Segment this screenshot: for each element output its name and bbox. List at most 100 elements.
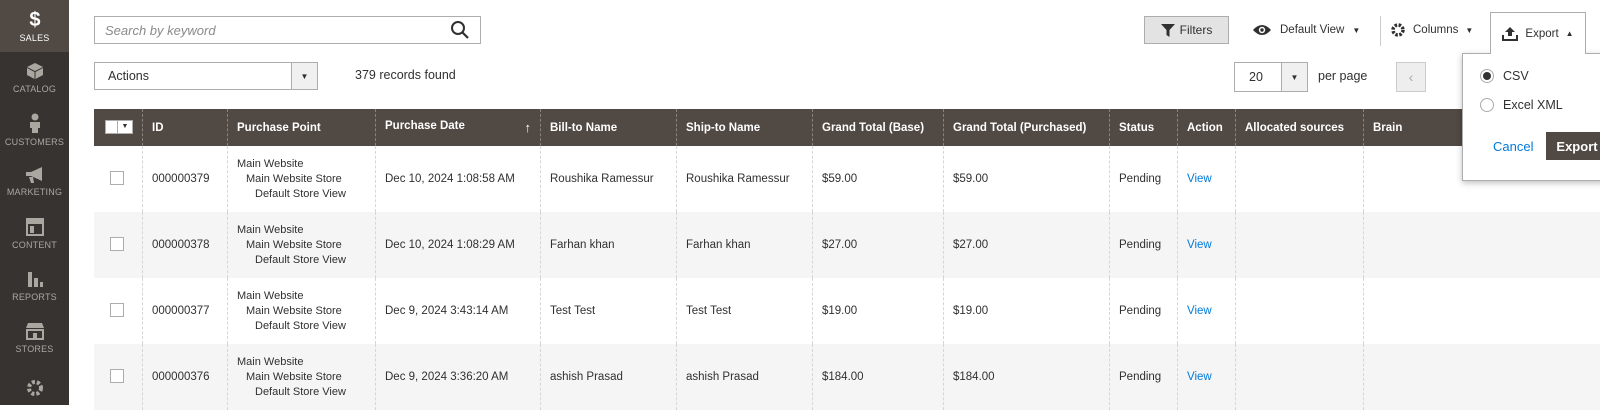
sidebar-item-catalog[interactable]: CATALOG bbox=[0, 52, 69, 104]
brain-cell bbox=[1364, 344, 1600, 410]
cancel-button[interactable]: Cancel bbox=[1493, 139, 1533, 154]
bar-chart-icon bbox=[26, 270, 44, 288]
purchase-date: Dec 9, 2024 3:36:20 AM bbox=[376, 344, 541, 410]
mass-select-header[interactable]: ▼ bbox=[94, 109, 143, 146]
column-header[interactable]: Allocated sources bbox=[1236, 109, 1364, 146]
status: Pending bbox=[1110, 146, 1178, 212]
purchase-date: Dec 10, 2024 1:08:58 AM bbox=[376, 146, 541, 212]
sidebar-item-customers[interactable]: CUSTOMERS bbox=[0, 104, 69, 156]
purchase-point: Main WebsiteMain Website StoreDefault St… bbox=[228, 278, 376, 344]
purchase-date: Dec 10, 2024 1:08:29 AM bbox=[376, 212, 541, 278]
grand-total-base: $19.00 bbox=[813, 278, 944, 344]
column-header[interactable]: Grand Total (Purchased) bbox=[944, 109, 1110, 146]
admin-sidebar: $ SALES CATALOG CUSTOMERS MARKETING CONT… bbox=[0, 0, 69, 405]
export-option-csv[interactable]: CSV bbox=[1480, 69, 1529, 83]
table-row[interactable]: 000000377 Main WebsiteMain Website Store… bbox=[94, 278, 1600, 344]
sidebar-item-label: CUSTOMERS bbox=[5, 137, 64, 147]
grand-total-purchased: $59.00 bbox=[944, 146, 1110, 212]
row-checkbox[interactable] bbox=[110, 171, 124, 185]
table-row[interactable]: 000000378 Main WebsiteMain Website Store… bbox=[94, 212, 1600, 278]
grand-total-base: $27.00 bbox=[813, 212, 944, 278]
sidebar-item-content[interactable]: CONTENT bbox=[0, 208, 69, 260]
purchase-point: Main WebsiteMain Website StoreDefault St… bbox=[228, 212, 376, 278]
column-header[interactable]: Grand Total (Base) bbox=[813, 109, 944, 146]
column-header[interactable]: ID bbox=[143, 109, 228, 146]
row-checkbox[interactable] bbox=[110, 237, 124, 251]
bill-to-name: Farhan khan bbox=[541, 212, 677, 278]
ship-to-name: Test Test bbox=[677, 278, 813, 344]
grand-total-purchased: $184.00 bbox=[944, 344, 1110, 410]
view-link[interactable]: View bbox=[1187, 371, 1212, 383]
status: Pending bbox=[1110, 344, 1178, 410]
order-id: 000000379 bbox=[143, 146, 228, 212]
previous-page-button[interactable]: ‹ bbox=[1396, 62, 1426, 92]
export-icon bbox=[1502, 27, 1518, 41]
search-input[interactable] bbox=[105, 23, 450, 38]
sidebar-item-reports[interactable]: REPORTS bbox=[0, 260, 69, 312]
export-dropdown: CSV Excel XML Cancel Export bbox=[1462, 53, 1600, 181]
sidebar-item-label: SALES bbox=[19, 33, 49, 43]
filters-label: Filters bbox=[1180, 23, 1213, 37]
column-header[interactable]: Purchase Point bbox=[228, 109, 376, 146]
table-row[interactable]: 000000379 Main WebsiteMain Website Store… bbox=[94, 146, 1600, 212]
filters-button[interactable]: Filters bbox=[1144, 16, 1229, 44]
order-id: 000000376 bbox=[143, 344, 228, 410]
column-header[interactable]: Bill-to Name bbox=[541, 109, 677, 146]
column-header[interactable]: Ship-to Name bbox=[677, 109, 813, 146]
ship-to-name: Farhan khan bbox=[677, 212, 813, 278]
columns-button[interactable]: Columns ▼ bbox=[1390, 16, 1473, 44]
purchase-point: Main WebsiteMain Website StoreDefault St… bbox=[228, 344, 376, 410]
chevron-left-icon: ‹ bbox=[1409, 69, 1414, 85]
table-row[interactable]: 000000376 Main WebsiteMain Website Store… bbox=[94, 344, 1600, 410]
sidebar-item-label: CATALOG bbox=[13, 84, 56, 94]
status: Pending bbox=[1110, 278, 1178, 344]
eye-icon bbox=[1252, 23, 1272, 37]
bill-to-name: Test Test bbox=[541, 278, 677, 344]
allocated-sources bbox=[1236, 278, 1364, 344]
chevron-up-icon: ▲ bbox=[1566, 29, 1574, 38]
chevron-down-icon: ▼ bbox=[291, 63, 317, 89]
actions-label: Actions bbox=[95, 69, 291, 83]
per-page-value: 20 bbox=[1235, 70, 1281, 84]
orders-grid: ▼ ID Purchase Point Purchase Date↑ Bill-… bbox=[94, 109, 1600, 410]
sidebar-item-stores[interactable]: STORES bbox=[0, 312, 69, 364]
row-checkbox[interactable] bbox=[110, 303, 124, 317]
column-header[interactable]: Purchase Date↑ bbox=[376, 109, 541, 146]
sidebar-item-label: STORES bbox=[15, 344, 53, 354]
sidebar-item-system[interactable] bbox=[0, 364, 69, 416]
sidebar-item-sales[interactable]: $ SALES bbox=[0, 0, 69, 52]
divider bbox=[1380, 16, 1381, 46]
ship-to-name: ashish Prasad bbox=[677, 344, 813, 410]
export-option-excel-xml[interactable]: Excel XML bbox=[1480, 98, 1563, 112]
view-label: Default View bbox=[1280, 24, 1344, 36]
gear-icon bbox=[1390, 22, 1406, 38]
csv-radio[interactable] bbox=[1480, 69, 1494, 83]
column-header[interactable]: Action bbox=[1178, 109, 1236, 146]
per-page-select[interactable]: 20 ▼ bbox=[1234, 62, 1308, 92]
search-box bbox=[94, 16, 481, 44]
allocated-sources bbox=[1236, 212, 1364, 278]
default-view-button[interactable]: Default View ▼ bbox=[1252, 16, 1360, 44]
mass-select-checkbox[interactable]: ▼ bbox=[105, 120, 133, 134]
brain-cell bbox=[1364, 212, 1600, 278]
gear-icon bbox=[25, 378, 45, 398]
search-icon[interactable] bbox=[450, 20, 470, 40]
purchase-date: Dec 9, 2024 3:43:14 AM bbox=[376, 278, 541, 344]
excel-xml-radio[interactable] bbox=[1480, 98, 1494, 112]
export-submit-button[interactable]: Export bbox=[1546, 132, 1600, 160]
columns-label: Columns bbox=[1413, 24, 1458, 36]
sidebar-item-label: MARKETING bbox=[7, 187, 62, 197]
sidebar-item-marketing[interactable]: MARKETING bbox=[0, 156, 69, 208]
grand-total-base: $184.00 bbox=[813, 344, 944, 410]
column-header[interactable]: Status bbox=[1110, 109, 1178, 146]
view-link[interactable]: View bbox=[1187, 305, 1212, 317]
store-icon bbox=[25, 322, 45, 340]
sort-arrow-icon: ↑ bbox=[525, 120, 532, 135]
row-checkbox[interactable] bbox=[110, 369, 124, 383]
order-id: 000000377 bbox=[143, 278, 228, 344]
export-button[interactable]: Export ▲ bbox=[1490, 12, 1586, 54]
view-link[interactable]: View bbox=[1187, 173, 1212, 185]
mass-actions-select[interactable]: Actions ▼ bbox=[94, 62, 318, 90]
chevron-down-icon: ▼ bbox=[118, 123, 132, 130]
view-link[interactable]: View bbox=[1187, 239, 1212, 251]
